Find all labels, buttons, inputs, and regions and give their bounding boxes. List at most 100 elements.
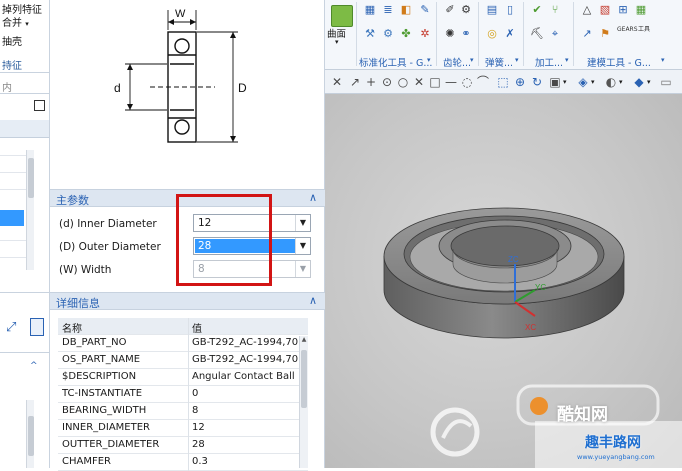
tool-icon[interactable]: ⚒ bbox=[363, 27, 377, 41]
chevron-down-icon[interactable]: ▾ bbox=[515, 56, 519, 64]
gear-link-icon[interactable]: ⚭ bbox=[459, 27, 473, 41]
row-value: 0.3 bbox=[192, 456, 208, 467]
left-list-scrollbar[interactable] bbox=[26, 150, 34, 270]
spring-coil-icon[interactable]: ◎ bbox=[485, 27, 499, 41]
svg-text:XC: XC bbox=[525, 323, 536, 332]
coordinate-icon[interactable]: ⊞ bbox=[616, 3, 630, 17]
chevron-down-icon[interactable]: ▾ bbox=[565, 56, 569, 64]
check-icon[interactable]: ✔ bbox=[530, 3, 544, 17]
chevron-down-icon[interactable]: ▼ bbox=[295, 215, 310, 231]
snap-icon[interactable]: + bbox=[363, 74, 379, 90]
ribbon-group-springs[interactable]: 弹簧... bbox=[485, 55, 513, 69]
shading-icon[interactable]: ◐ bbox=[603, 74, 619, 90]
scroll-up-icon[interactable]: ▲ bbox=[300, 336, 308, 346]
gear-icon[interactable]: ✺ bbox=[443, 27, 457, 41]
left-item-unite[interactable]: 合并 ▾ bbox=[2, 14, 29, 29]
scrollbar-thumb[interactable] bbox=[28, 416, 34, 456]
reuse-library-icon[interactable]: ⤢ bbox=[6, 320, 24, 338]
table-row[interactable]: OS_PART_NAME GB-T292_AC-1994,70 bbox=[58, 352, 308, 369]
scrollbar-thumb[interactable] bbox=[301, 350, 307, 408]
grid-icon[interactable]: ▦ bbox=[363, 3, 377, 17]
cross-icon[interactable]: ✕ bbox=[411, 74, 427, 90]
zoom-icon[interactable]: ⊕ bbox=[512, 74, 528, 90]
ribbon-group-standard-tools[interactable]: 标准化工具 - G... bbox=[359, 55, 432, 69]
spring-icon[interactable]: ▤ bbox=[485, 3, 499, 17]
document-icon[interactable]: ▯ bbox=[503, 3, 517, 17]
chevron-up-icon[interactable]: ^ bbox=[30, 361, 38, 371]
curve-icon[interactable]: ⌒ bbox=[475, 74, 491, 90]
graphics-viewport[interactable]: ZC YC XC bbox=[325, 94, 682, 468]
row-line bbox=[0, 189, 26, 190]
document-icon[interactable] bbox=[30, 318, 44, 336]
stack-icon[interactable]: ≣ bbox=[381, 3, 395, 17]
layer-icon[interactable]: ▭ bbox=[658, 74, 674, 90]
chevron-down-icon[interactable]: ▾ bbox=[427, 56, 431, 64]
table-row[interactable]: BEARING_WIDTH 8 bbox=[58, 403, 308, 420]
left-lower-scrollbar[interactable] bbox=[26, 400, 34, 468]
left-list-selected-row[interactable] bbox=[0, 210, 24, 226]
branch-icon[interactable]: ⑂ bbox=[548, 3, 562, 17]
chevron-down-icon[interactable]: ▾ bbox=[470, 56, 474, 64]
gear-edit-icon[interactable]: ✐ bbox=[443, 3, 457, 17]
table-row[interactable]: CHAMFER 0.3 bbox=[58, 454, 308, 471]
row-line bbox=[0, 155, 26, 156]
part-icon[interactable]: ◧ bbox=[399, 3, 413, 17]
chevron-down-icon[interactable]: ▾ bbox=[619, 78, 623, 86]
gear-icon[interactable]: ⚙ bbox=[459, 3, 473, 17]
chevron-up-icon[interactable]: ∧ bbox=[309, 294, 317, 307]
puzzle-icon[interactable]: ✤ bbox=[399, 27, 413, 41]
chevron-down-icon[interactable]: ▾ bbox=[661, 56, 665, 64]
tool-label[interactable]: 工具 bbox=[636, 26, 652, 40]
machining-icon[interactable]: ⛏ bbox=[530, 27, 544, 41]
table-row[interactable]: OUTTER_DIAMETER 28 bbox=[58, 437, 308, 454]
delete-icon[interactable]: ✗ bbox=[503, 27, 517, 41]
render-style-icon[interactable]: ▣ bbox=[547, 74, 563, 90]
maximize-icon[interactable] bbox=[34, 100, 45, 111]
square-icon[interactable]: □ bbox=[427, 74, 443, 90]
row-value: 28 bbox=[192, 439, 205, 450]
bearing-3d-model[interactable]: ZC YC XC bbox=[325, 94, 682, 468]
table-row[interactable]: TC-INSTANTIATE 0 bbox=[58, 386, 308, 403]
table-row[interactable]: INNER_DIAMETER 12 bbox=[58, 420, 308, 437]
chevron-down-icon[interactable]: ▾ bbox=[647, 78, 651, 86]
chevron-down-icon[interactable]: ▾ bbox=[563, 78, 567, 86]
left-item-shell[interactable]: 抽壳 bbox=[2, 33, 22, 48]
settings-icon[interactable]: ✲ bbox=[418, 27, 432, 41]
column-header-value[interactable]: 值 bbox=[192, 320, 306, 335]
ribbon-group-gears[interactable]: 齿轮... bbox=[443, 55, 471, 69]
details-header[interactable]: 详细信息 ∧ bbox=[50, 292, 325, 310]
table-row[interactable]: DB_PART_NO GB-T292_AC-1994,70 bbox=[58, 335, 308, 352]
zoom-fit-icon[interactable]: ⬚ bbox=[495, 74, 511, 90]
circle-icon[interactable]: ○ bbox=[395, 74, 411, 90]
cube-icon[interactable]: ◆ bbox=[631, 74, 647, 90]
dash-icon[interactable]: — bbox=[443, 74, 459, 90]
view-orientation-icon[interactable]: ◈ bbox=[575, 74, 591, 90]
chevron-down-icon[interactable]: ▼ bbox=[295, 261, 310, 277]
details-table-scrollbar[interactable]: ▲ bbox=[299, 336, 308, 468]
point-icon[interactable]: ⊙ bbox=[379, 74, 395, 90]
column-header-name[interactable]: 名称 bbox=[62, 320, 186, 335]
pan-icon[interactable]: ↗ bbox=[347, 74, 363, 90]
ribbon-group-modeling-tools[interactable]: 建模工具 - G... bbox=[587, 55, 651, 69]
row-line bbox=[0, 257, 26, 258]
chevron-down-icon[interactable]: ▾ bbox=[591, 78, 595, 86]
fit-view-icon[interactable]: ✕ bbox=[329, 74, 345, 90]
image-icon[interactable]: ▧ bbox=[598, 3, 612, 17]
gear-icon[interactable]: ⚙ bbox=[381, 27, 395, 41]
surface-icon[interactable] bbox=[331, 5, 353, 27]
tool-path-icon[interactable]: ⌖ bbox=[548, 27, 562, 41]
tool-icon[interactable]: ⚑ bbox=[598, 27, 612, 41]
chevron-up-icon[interactable]: ∧ bbox=[309, 191, 317, 204]
edit-icon[interactable]: ✎ bbox=[418, 3, 432, 17]
scrollbar-thumb[interactable] bbox=[28, 158, 34, 198]
table-row[interactable]: $DESCRIPTION Angular Contact Ball bbox=[58, 369, 308, 386]
grid-icon[interactable]: ▦ bbox=[634, 3, 648, 17]
gears-label[interactable]: GEARS bbox=[617, 26, 638, 40]
arc-icon[interactable]: ◌ bbox=[459, 74, 475, 90]
triangle-icon[interactable]: △ bbox=[580, 3, 594, 17]
chevron-down-icon[interactable]: ▾ bbox=[335, 38, 339, 46]
ribbon-group-machining[interactable]: 加工... bbox=[535, 55, 563, 69]
chevron-down-icon[interactable]: ▼ bbox=[295, 238, 310, 254]
rotate-icon[interactable]: ↻ bbox=[529, 74, 545, 90]
measure-icon[interactable]: ↗ bbox=[580, 27, 594, 41]
